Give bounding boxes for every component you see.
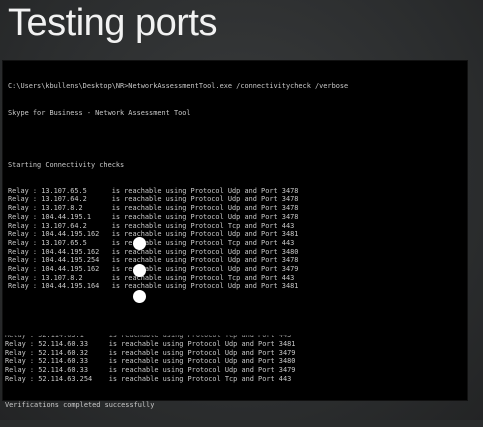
console-relay-line: Relay : 104.44.195.162 is reachable usin… [8,264,299,273]
console-relay-line: Relay : 104.44.195.254 is reachable usin… [8,256,299,265]
console-relay-line: Relay : 52.114.60.33 is reachable using … [5,340,296,349]
slide-background: Testing ports C:\Users\kbullens\Desktop\… [0,0,483,420]
ellipsis-dot [133,290,146,303]
console-top-lines: Relay : 13.107.65.5 is reachable using P… [8,187,463,291]
console-section-header: Starting Connectivity checks [8,160,125,169]
console-relay-line: Relay : 13.107.65.5 is reachable using P… [8,238,295,247]
console-command-line: C:\Users\kbullens\Desktop\NR>NetworkAsse… [8,82,349,91]
console-bottom-group: Relay : 52.114.63.1 is reachable using P… [5,314,295,427]
ellipsis-dot [133,264,146,277]
console-relay-line: Relay : 13.107.64.2 is reachable using P… [8,221,295,230]
console-relay-line: Relay : 13.107.64.2 is reachable using P… [8,195,299,204]
slide-title: Testing ports [8,2,217,44]
ellipsis-dots [133,237,149,307]
console-bottom-lines: Relay : 52.114.63.1 is reachable using P… [5,331,295,383]
console-relay-line: Relay : 13.107.8.2 is reachable using Pr… [8,204,299,213]
ellipsis-dot [133,237,146,250]
console-tool-name: Skype for Business - Network Assessment … [8,108,191,117]
console-result-line: Verifications completed successfully [5,400,155,409]
console-relay-line: Relay : 13.107.8.2 is reachable using Pr… [8,273,295,282]
console-relay-line: Relay : 52.114.60.33 is reachable using … [5,357,296,366]
console-relay-line: Relay : 13.107.65.5 is reachable using P… [8,186,299,195]
console-relay-line: Relay : 104.44.195.162 is reachable usin… [8,230,299,239]
console-relay-line: Relay : 104.44.195.1 is reachable using … [8,212,299,221]
console-relay-line: Relay : 52.114.63.254 is reachable using… [5,374,292,383]
console-relay-line: Relay : 52.114.63.1 is reachable using P… [5,331,292,340]
console-relay-line: Relay : 104.44.195.164 is reachable usin… [8,282,299,291]
console-relay-line: Relay : 52.114.60.32 is reachable using … [5,348,296,357]
console-relay-line: Relay : 104.44.195.162 is reachable usin… [8,247,299,256]
console-relay-line: Relay : 52.114.60.33 is reachable using … [5,366,296,375]
